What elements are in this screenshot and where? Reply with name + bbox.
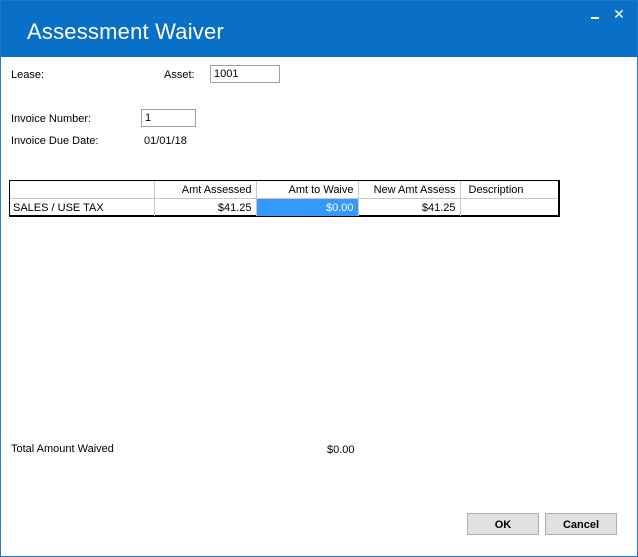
assessment-grid[interactable]: Amt Assessed Amt to Waive New Amt Assess… <box>9 180 560 217</box>
column-header-amt-to-waive[interactable]: Amt to Waive <box>256 181 359 199</box>
asset-input[interactable]: 1001 <box>210 65 280 83</box>
table-row[interactable]: SALES / USE TAX $41.25 $0.00 $41.25 <box>10 198 558 217</box>
assessment-table: Amt Assessed Amt to Waive New Amt Assess… <box>10 181 558 216</box>
cell-new-amt-assess[interactable]: $41.25 <box>358 198 461 216</box>
cell-amt-to-waive[interactable]: $0.00 <box>256 198 359 216</box>
close-button[interactable]: ✕ <box>610 5 628 23</box>
cell-item[interactable]: SALES / USE TAX <box>10 198 155 216</box>
title-bar[interactable]: Assessment Waiver ✕ <box>1 1 637 57</box>
invoice-due-date-label: Invoice Due Date: <box>11 135 99 147</box>
column-header-item[interactable] <box>10 181 155 199</box>
dialog-title: Assessment Waiver <box>27 19 224 44</box>
invoice-number-input[interactable]: 1 <box>141 109 196 127</box>
grid-header-row: Amt Assessed Amt to Waive New Amt Assess… <box>10 181 558 199</box>
column-header-amt-assessed[interactable]: Amt Assessed <box>154 181 257 199</box>
column-header-new-amt-assess[interactable]: New Amt Assess <box>358 181 461 199</box>
asset-label: Asset: <box>164 69 195 81</box>
invoice-due-date-value: 01/01/18 <box>144 135 187 147</box>
close-icon: ✕ <box>613 6 625 22</box>
cell-description[interactable] <box>460 199 558 217</box>
total-waived-label: Total Amount Waived <box>11 443 114 455</box>
total-waived-value: $0.00 <box>327 444 355 456</box>
invoice-number-label: Invoice Number: <box>11 113 92 125</box>
cancel-button[interactable]: Cancel <box>545 513 617 535</box>
ok-button[interactable]: OK <box>467 513 539 535</box>
column-header-description[interactable]: Description <box>460 181 558 199</box>
minimize-button[interactable] <box>588 7 604 21</box>
lease-label: Lease: <box>11 69 45 81</box>
cell-amt-assessed[interactable]: $41.25 <box>154 198 257 216</box>
dialog-window: Assessment Waiver ✕ Lease: Asset: 1001 I… <box>0 0 638 557</box>
minimize-icon <box>591 17 599 19</box>
